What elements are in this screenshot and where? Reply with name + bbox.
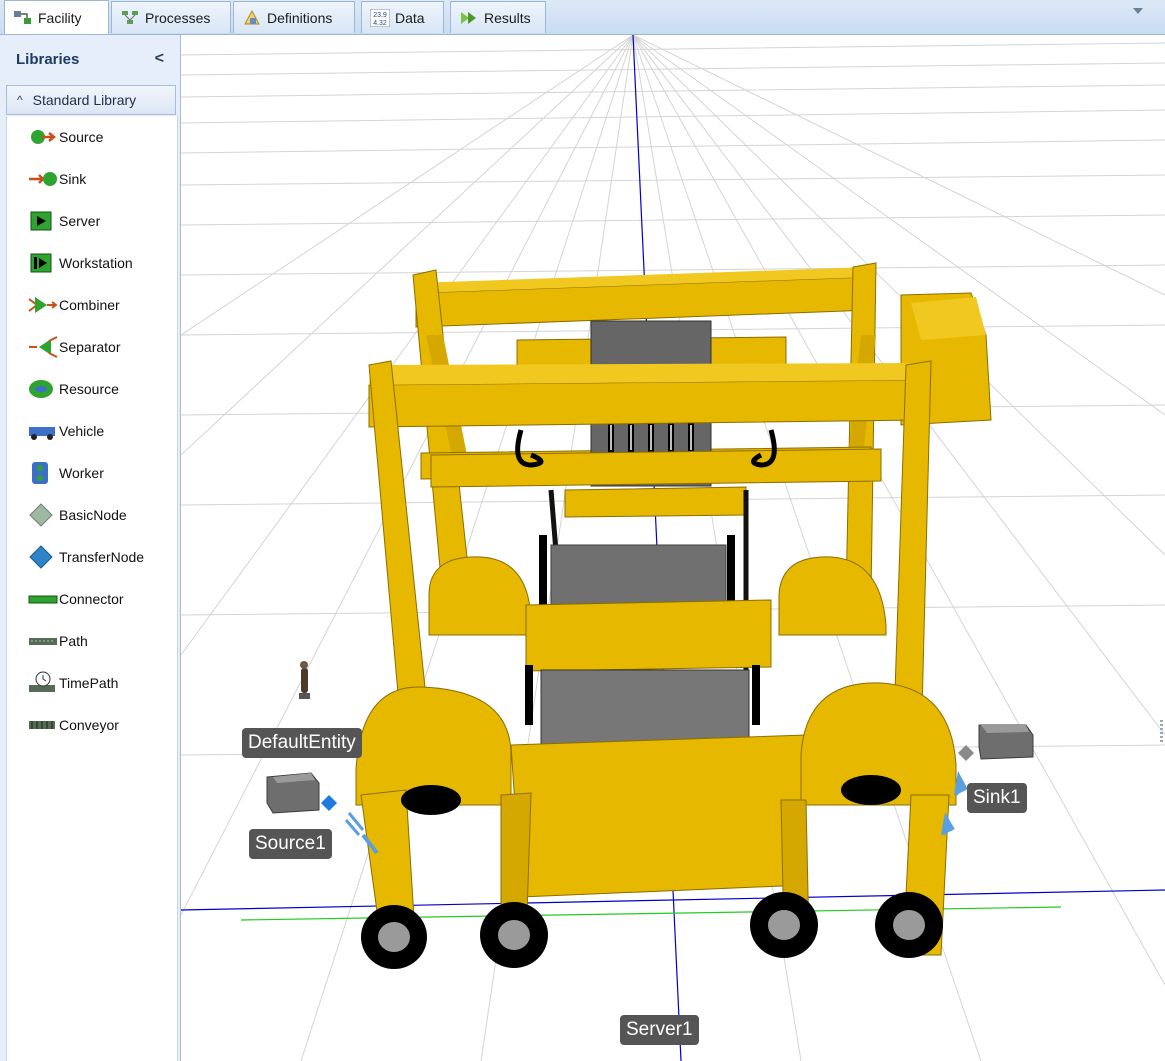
wheel [875,892,943,958]
source-label[interactable]: Source1 [249,829,332,859]
library-item-conveyor[interactable]: Conveyor [27,710,119,740]
combiner-icon [28,297,58,313]
library-item-label: TimePath [59,675,119,691]
server-label[interactable]: Server1 [620,1015,699,1045]
path-icon [29,638,57,645]
tab-label: Processes [145,9,211,26]
tab-overflow-dropdown-icon[interactable] [1133,8,1143,14]
tab-facility[interactable]: Facility [4,0,109,34]
library-item-combiner[interactable]: Combiner [27,290,120,320]
gantry-crane[interactable] [355,262,992,969]
library-item-label: Sink [59,171,87,187]
library-item-label: Combiner [59,297,120,313]
library-item-sink[interactable]: Sink [27,164,86,194]
workstation-icon [30,253,52,273]
library-item-label: Server [59,213,101,229]
library-item-label: Path [59,633,88,649]
tab-processes[interactable]: Processes [111,1,231,33]
worker-icon [32,462,48,484]
server-icon [30,211,52,231]
tab-label: Definitions [267,9,333,26]
library-item-label: Conveyor [59,717,119,733]
chevron-up-icon: ^ [17,93,23,107]
viewport-scene [181,35,1165,1061]
sink-icon [29,172,57,186]
results-icon [461,11,476,24]
libraries-panel: Libraries < ^ Standard Library Source Si… [0,35,181,1061]
separator-icon [29,336,58,358]
wheel [361,905,427,969]
library-item-label: Vehicle [59,423,105,439]
definitions-icon [244,9,260,24]
library-item-workstation[interactable]: Workstation [27,248,133,278]
standard-library-label: Standard Library [32,92,137,108]
library-item-label: Worker [59,465,104,481]
svg-text:23.9: 23.9 [373,12,387,19]
library-item-basic-node[interactable]: BasicNode [27,500,127,530]
tab-label: Results [484,9,531,26]
libraries-header: Libraries < [0,35,180,83]
library-item-connector[interactable]: Connector [27,584,124,614]
conveyor-icon [29,721,55,729]
tab-label: Data [395,9,425,26]
resource-icon [29,380,53,398]
library-item-label: BasicNode [59,507,127,523]
processes-icon [122,10,138,24]
library-item-label: Source [59,129,104,145]
library-item-label: TransferNode [59,549,145,565]
library-item-path[interactable]: Path [27,626,88,656]
vehicle-icon [29,427,55,440]
default-entity-label[interactable]: DefaultEntity [242,728,362,758]
tab-data[interactable]: 23.9 4.32 Data [361,1,444,33]
facility-3d-viewport[interactable]: DefaultEntity Source1 Sink1 Server1 [181,35,1165,1061]
library-item-source[interactable]: Source [27,122,103,152]
time-path-icon [29,671,55,692]
data-icon: 23.9 4.32 [370,8,390,27]
library-item-vehicle[interactable]: Vehicle [27,416,104,446]
svg-text:4.32: 4.32 [373,20,387,27]
library-item-transfer-node[interactable]: TransferNode [27,542,144,572]
tab-bar: Facility Processes Definitions 23.9 4.32… [0,0,1165,35]
library-item-server[interactable]: Server [27,206,100,236]
transfer-node-icon [29,545,53,569]
tab-label: Facility [38,9,82,26]
library-item-resource[interactable]: Resource [27,374,119,404]
facility-icon [14,10,31,24]
wheel [480,902,548,968]
sink-label[interactable]: Sink1 [967,783,1027,813]
source-icon [31,130,57,144]
library-item-separator[interactable]: Separator [27,332,120,362]
tab-results[interactable]: Results [450,1,546,33]
library-item-label: Connector [59,591,124,607]
connector-icon [28,595,58,604]
sink-object[interactable] [941,724,1034,836]
wheel [750,892,818,958]
right-splitter-grip[interactable] [1160,720,1163,742]
library-item-label: Resource [59,381,119,397]
tab-definitions[interactable]: Definitions [233,1,355,33]
library-item-worker[interactable]: Worker [27,458,104,488]
libraries-title: Libraries [16,50,80,68]
library-list: Source Sink Server Workstation Combiner … [6,116,178,1061]
basic-node-icon [29,503,53,527]
standard-library-section[interactable]: ^ Standard Library [6,85,176,115]
library-item-label: Separator [59,339,121,355]
library-item-time-path[interactable]: TimePath [27,668,118,698]
collapse-panel-button[interactable]: < [155,50,164,68]
library-item-label: Workstation [59,255,133,271]
